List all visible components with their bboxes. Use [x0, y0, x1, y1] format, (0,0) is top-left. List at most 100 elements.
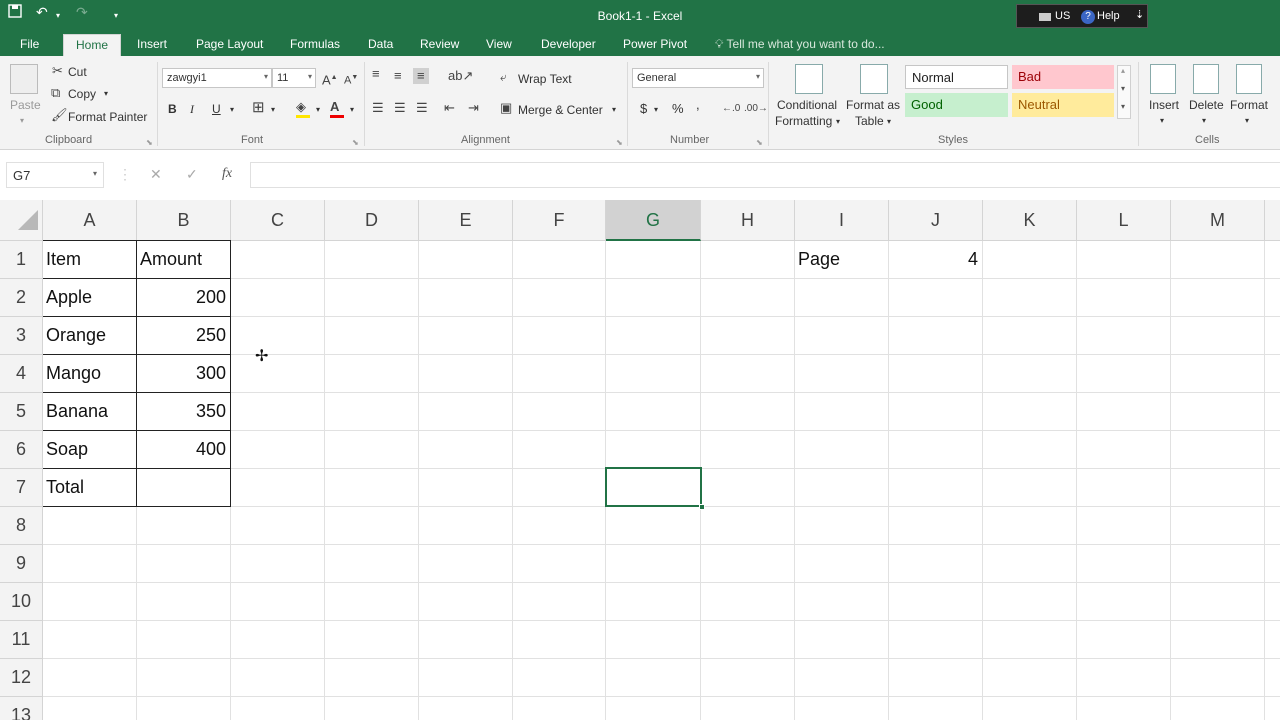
row-header-6[interactable]: 6 — [0, 431, 43, 469]
more-styles-icon[interactable]: ▾ — [1121, 102, 1125, 111]
cell-a6[interactable]: Soap — [43, 431, 136, 469]
row-header-7[interactable]: 7 — [0, 469, 43, 507]
fill-handle[interactable] — [699, 504, 705, 510]
row-header-13[interactable]: 13 — [0, 697, 43, 720]
tab-file[interactable]: File — [20, 37, 39, 51]
name-box[interactable]: G7 ▾ — [6, 162, 104, 188]
alignment-launcher-icon[interactable]: ⬊ — [616, 136, 623, 150]
tab-page-layout[interactable]: Page Layout — [196, 37, 263, 51]
comma-button[interactable]: , — [696, 98, 700, 112]
format-painter-button[interactable]: Format Painter — [68, 110, 147, 124]
underline-dropdown-icon[interactable]: ▾ — [230, 103, 234, 117]
row-header-1[interactable]: 1 — [0, 241, 43, 279]
column-header-b[interactable]: B — [137, 200, 231, 241]
row-header-9[interactable]: 9 — [0, 545, 43, 583]
borders-dropdown-icon[interactable]: ▾ — [271, 103, 275, 117]
cut-button[interactable]: Cut — [68, 65, 87, 79]
column-header-l[interactable]: L — [1077, 200, 1171, 241]
cell-a4[interactable]: Mango — [43, 355, 136, 393]
selected-cell-g7[interactable] — [605, 467, 702, 507]
align-right-icon[interactable]: ☰ — [416, 101, 428, 115]
italic-button[interactable]: I — [190, 102, 194, 116]
merge-dropdown-icon[interactable]: ▾ — [612, 103, 616, 117]
column-header-e[interactable]: E — [419, 200, 513, 241]
cell-i1[interactable]: Page — [795, 241, 888, 279]
cell-a7[interactable]: Total — [43, 469, 136, 507]
wrap-text-button[interactable]: Wrap Text — [518, 72, 572, 86]
row-header-2[interactable]: 2 — [0, 279, 43, 317]
row-header-3[interactable]: 3 — [0, 317, 43, 355]
font-size-dropdown[interactable]: 11 ▾ — [272, 68, 316, 88]
column-header-d[interactable]: D — [325, 200, 419, 241]
cell-b7[interactable] — [137, 469, 230, 507]
column-header-j[interactable]: J — [889, 200, 983, 241]
borders-icon[interactable]: ⊞ — [252, 100, 265, 115]
merge-center-button[interactable]: Merge & Center — [518, 103, 603, 117]
style-normal[interactable]: Normal — [905, 65, 1008, 89]
scroll-up-icon[interactable]: ▴ — [1121, 66, 1125, 75]
number-launcher-icon[interactable]: ⬊ — [756, 136, 763, 150]
cell-b2[interactable]: 200 — [137, 279, 230, 317]
decrease-decimal-icon[interactable]: .00→ — [744, 102, 768, 116]
column-header-g[interactable]: G — [606, 200, 701, 241]
increase-indent-icon[interactable]: ⇥ — [468, 101, 479, 115]
increase-font-icon[interactable]: A▲ — [322, 71, 338, 87]
styles-gallery-scroll[interactable]: ▴ ▾ ▾ — [1117, 65, 1131, 119]
fill-color-dropdown-icon[interactable]: ▾ — [316, 103, 320, 117]
copy-dropdown-icon[interactable]: ▾ — [104, 87, 108, 101]
row-header-11[interactable]: 11 — [0, 621, 43, 659]
font-name-dropdown[interactable]: zawgyi1 ▾ — [162, 68, 272, 88]
column-header-c[interactable]: C — [231, 200, 325, 241]
enter-icon[interactable]: ✓ — [186, 166, 198, 183]
style-bad[interactable]: Bad — [1012, 65, 1114, 89]
column-header-f[interactable]: F — [513, 200, 606, 241]
tab-review[interactable]: Review — [420, 37, 459, 51]
help-box[interactable]: US ? Help ⇣ — [1016, 4, 1148, 28]
cell-b5[interactable]: 350 — [137, 393, 230, 431]
increase-decimal-icon[interactable]: ←.0 — [722, 102, 740, 116]
bold-button[interactable]: B — [168, 102, 177, 116]
row-header-8[interactable]: 8 — [0, 507, 43, 545]
tab-developer[interactable]: Developer — [541, 37, 596, 51]
top-align-icon[interactable]: ≡ — [372, 67, 380, 81]
number-format-dropdown[interactable]: General ▾ — [632, 68, 764, 88]
cell-b1[interactable]: Amount — [137, 241, 230, 279]
currency-button[interactable]: $ — [640, 102, 647, 116]
column-header-n[interactable] — [1265, 200, 1280, 241]
font-color-dropdown-icon[interactable]: ▾ — [350, 103, 354, 117]
copy-button[interactable]: Copy — [68, 87, 96, 101]
scroll-down-icon[interactable]: ▾ — [1121, 84, 1125, 93]
formula-input[interactable] — [250, 162, 1280, 188]
decrease-font-icon[interactable]: A▼ — [344, 71, 358, 88]
cell-a3[interactable]: Orange — [43, 317, 136, 355]
font-launcher-icon[interactable]: ⬊ — [352, 136, 359, 150]
tab-formulas[interactable]: Formulas — [290, 37, 340, 51]
tab-data[interactable]: Data — [368, 37, 393, 51]
align-center-icon[interactable]: ☰ — [394, 101, 406, 115]
underline-button[interactable]: U — [212, 102, 221, 116]
cancel-icon[interactable]: ✕ — [150, 166, 162, 183]
column-header-k[interactable]: K — [983, 200, 1077, 241]
tab-view[interactable]: View — [486, 37, 512, 51]
align-left-icon[interactable]: ☰ — [372, 101, 384, 115]
row-header-12[interactable]: 12 — [0, 659, 43, 697]
orientation-icon[interactable]: ab↗ — [448, 69, 473, 83]
tab-insert[interactable]: Insert — [137, 37, 167, 51]
style-neutral[interactable]: Neutral — [1012, 93, 1114, 117]
cell-a1[interactable]: Item — [43, 241, 136, 279]
cell-b4[interactable]: 300 — [137, 355, 230, 393]
cell-b6[interactable]: 400 — [137, 431, 230, 469]
bottom-align-icon[interactable]: ≡ — [413, 68, 429, 84]
clipboard-launcher-icon[interactable]: ⬊ — [146, 136, 153, 150]
insert-function-icon[interactable]: fx — [222, 166, 232, 182]
font-color-icon[interactable]: A — [330, 100, 344, 118]
percent-button[interactable]: % — [672, 102, 684, 116]
tab-power-pivot[interactable]: Power Pivot — [623, 37, 687, 51]
fill-color-icon[interactable]: ◈ — [296, 100, 310, 118]
cell-a5[interactable]: Banana — [43, 393, 136, 431]
decrease-indent-icon[interactable]: ⇤ — [444, 101, 455, 115]
cell-a2[interactable]: Apple — [43, 279, 136, 317]
tell-me-box[interactable]: 💡︎ Tell me what you want to do... — [715, 37, 885, 52]
column-header-h[interactable]: H — [701, 200, 795, 241]
column-header-i[interactable]: I — [795, 200, 889, 241]
